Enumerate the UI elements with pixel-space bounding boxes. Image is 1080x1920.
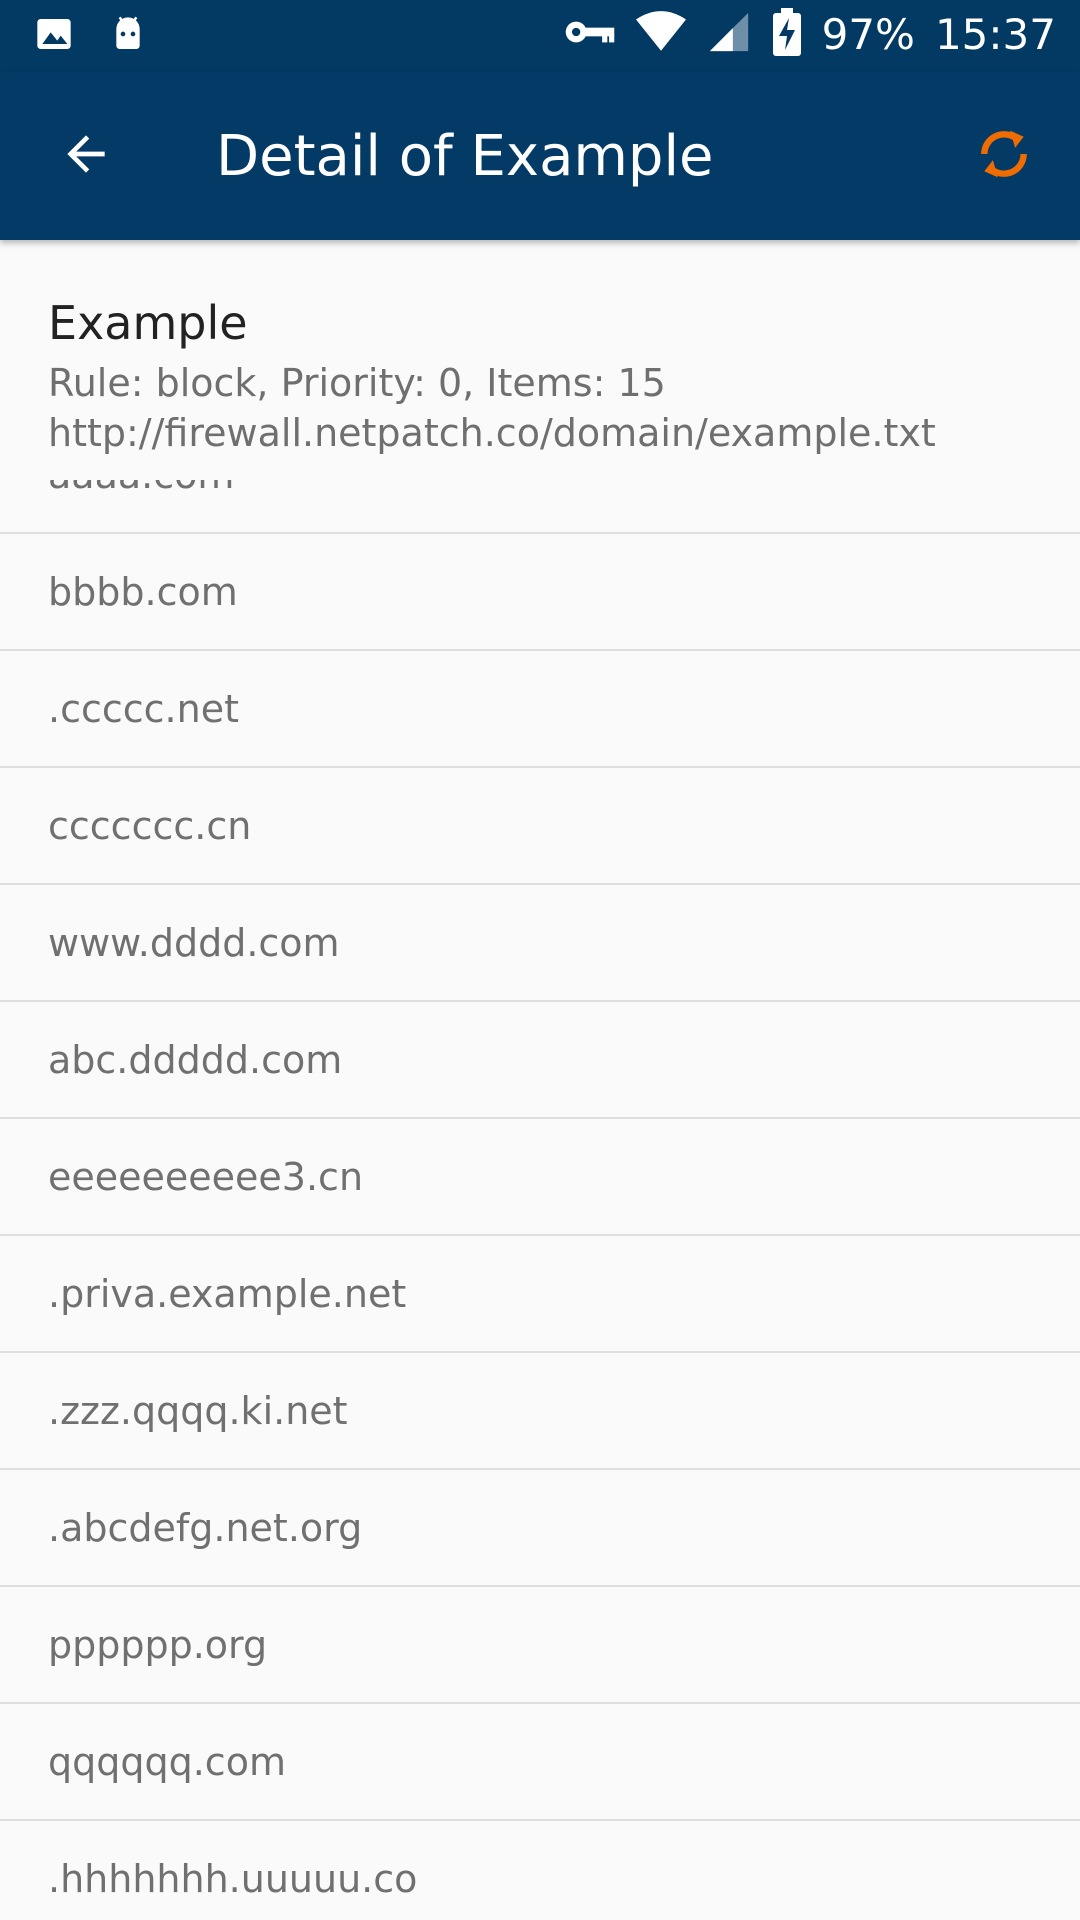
list-item[interactable]: .hhhhhhh.uuuuu.co — [0, 1821, 1080, 1920]
domain-label: .zzz.qqqq.ki.net — [48, 1388, 348, 1433]
domain-label: abc.ddddd.com — [48, 1037, 343, 1082]
list-item[interactable]: eeeeeeeeee3.cn — [0, 1119, 1080, 1236]
refresh-icon — [974, 122, 1034, 190]
list-item[interactable]: .abcdefg.net.org — [0, 1470, 1080, 1587]
domain-label: .ccccc.net — [48, 686, 239, 731]
list-meta: Rule: block, Priority: 0, Items: 15 http… — [48, 358, 936, 458]
domain-label: .hhhhhhh.uuuuu.co — [48, 1856, 418, 1901]
list-item[interactable]: bbbb.com — [0, 534, 1080, 651]
list-header: Example Rule: block, Priority: 0, Items:… — [0, 240, 1080, 480]
domain-label: .abcdefg.net.org — [48, 1505, 363, 1550]
list-item[interactable]: ccccccc.cn — [0, 768, 1080, 885]
signal-icon — [706, 9, 752, 59]
battery-charging-icon — [772, 8, 802, 60]
wifi-icon — [635, 10, 686, 58]
list-item[interactable]: pppppp.org — [0, 1587, 1080, 1704]
domain-label: ccccccc.cn — [48, 803, 252, 848]
domain-label: qqqqqq.com — [48, 1739, 286, 1784]
list-name: Example — [48, 296, 248, 350]
list-details: Rule: block, Priority: 0, Items: 15 — [48, 361, 666, 405]
app-bar: Detail of Example — [0, 72, 1080, 240]
page-title: Detail of Example — [216, 124, 714, 189]
list-item[interactable]: www.dddd.com — [0, 885, 1080, 1002]
list-item[interactable]: abc.ddddd.com — [0, 1002, 1080, 1119]
domain-label: bbbb.com — [48, 569, 238, 614]
list-item[interactable]: .zzz.qqqq.ki.net — [0, 1353, 1080, 1470]
clock: 15:37 — [934, 9, 1056, 59]
domain-label: eeeeeeeeee3.cn — [48, 1154, 364, 1199]
image-icon — [34, 14, 74, 58]
domain-label: .priva.example.net — [48, 1271, 407, 1316]
domain-label: pppppp.org — [48, 1622, 268, 1667]
vpn-key-icon — [564, 12, 616, 56]
list-url: http://firewall.netpatch.co/domain/examp… — [48, 411, 936, 455]
arrow-back-icon — [58, 126, 114, 186]
status-bar: 97% 15:37 — [0, 0, 1080, 72]
domain-label: www.dddd.com — [48, 920, 340, 965]
battery-percent: 97% — [821, 9, 915, 59]
android-icon — [108, 14, 148, 58]
domain-list[interactable]: aaaa.com bbbb.com .ccccc.net ccccccc.cn … — [0, 450, 1080, 1920]
refresh-button[interactable] — [964, 116, 1044, 196]
list-item[interactable]: qqqqqq.com — [0, 1704, 1080, 1821]
domain-list-inner: aaaa.com bbbb.com .ccccc.net ccccccc.cn … — [0, 450, 1080, 1920]
list-item[interactable]: .priva.example.net — [0, 1236, 1080, 1353]
list-item[interactable]: .ccccc.net — [0, 651, 1080, 768]
back-button[interactable] — [48, 118, 124, 194]
